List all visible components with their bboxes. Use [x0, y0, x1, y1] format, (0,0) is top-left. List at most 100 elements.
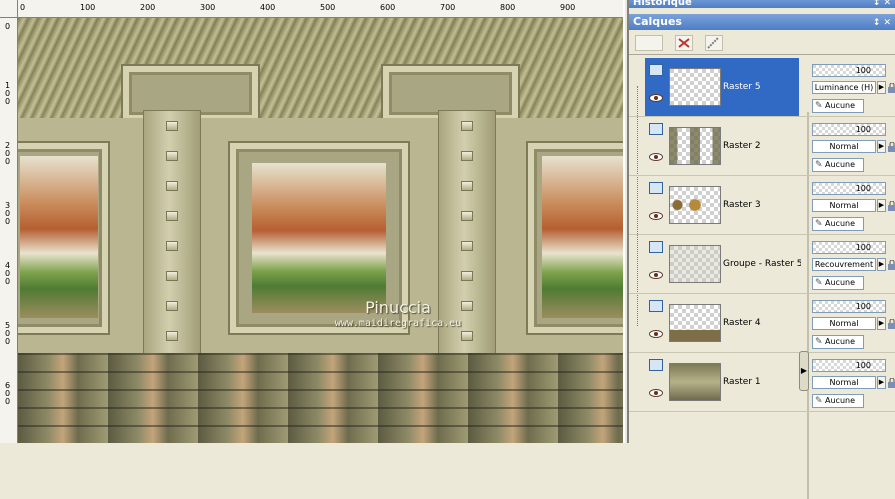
blend-mode-select[interactable]: Normal — [812, 140, 876, 153]
mask-label: Aucune — [825, 396, 856, 405]
ruler-tick: 800 — [500, 3, 516, 12]
history-title: Historique — [633, 0, 692, 8]
visibility-eye-icon[interactable] — [649, 212, 663, 220]
layer-row[interactable]: Raster 5 100 Luminance (H) ▶ ✎ Aucune — [629, 58, 895, 117]
layer-thumbnail — [669, 186, 721, 224]
visibility-eye-icon[interactable] — [649, 94, 663, 102]
panel-splitter-handle[interactable]: ▶ — [799, 351, 809, 391]
lock-icon[interactable] — [887, 83, 895, 93]
brush-icon: ✎ — [815, 160, 823, 170]
raster-layer-icon — [649, 359, 663, 371]
layer-item[interactable]: Raster 1 — [645, 353, 799, 411]
layer-properties: 100 Luminance (H) ▶ ✎ Aucune — [811, 58, 895, 116]
watermark-name: Pinuccia — [365, 298, 431, 317]
artwork-canvas[interactable]: Pinuccia www.maidiregrafica.eu — [18, 18, 623, 443]
layer-name: Raster 2 — [723, 141, 761, 151]
brush-icon: ✎ — [815, 396, 823, 406]
history-titlebar[interactable]: Historique ↕ ✕ — [629, 0, 895, 8]
mask-select[interactable]: ✎ Aucune — [812, 158, 864, 172]
layer-name: Raster 3 — [723, 200, 761, 210]
ruler-tick: 4 0 0 — [5, 261, 11, 286]
ruler-tick: 6 0 0 — [5, 381, 11, 406]
blend-dropdown-arrow[interactable]: ▶ — [877, 199, 886, 212]
opacity-slider[interactable]: 100 — [812, 241, 886, 254]
layer-properties: 100 Normal ▶ ✎ Aucune — [811, 117, 895, 175]
brush-icon: ✎ — [815, 278, 823, 288]
ruler-tick: 5 0 0 — [5, 321, 11, 346]
visibility-eye-icon[interactable] — [649, 389, 663, 397]
ruler-tick: 600 — [380, 3, 396, 12]
layer-thumbnail — [669, 68, 721, 106]
mask-label: Aucune — [825, 219, 856, 228]
blend-mode-select[interactable]: Normal — [812, 199, 876, 212]
raster-layer-icon — [649, 64, 663, 76]
opacity-slider[interactable]: 100 — [812, 123, 886, 136]
layer-thumbnail — [669, 304, 721, 342]
opacity-slider[interactable]: 100 — [812, 64, 886, 77]
layer-row[interactable]: Groupe - Raster 5 100 Recouvrement ▶ ✎ Au… — [629, 235, 895, 294]
blend-dropdown-arrow[interactable]: ▶ — [877, 317, 886, 330]
mask-label: Aucune — [825, 101, 856, 110]
delete-layer-icon[interactable] — [675, 35, 693, 51]
visibility-eye-icon[interactable] — [649, 330, 663, 338]
layer-row[interactable]: Raster 3 100 Normal ▶ ✎ Aucune — [629, 176, 895, 235]
mask-select[interactable]: ✎ Aucune — [812, 335, 864, 349]
opacity-slider[interactable]: 100 — [812, 300, 886, 313]
blend-mode-select[interactable]: Normal — [812, 376, 876, 389]
layer-row[interactable]: Raster 2 100 Normal ▶ ✎ Aucune — [629, 117, 895, 176]
mask-select[interactable]: ✎ Aucune — [812, 276, 864, 290]
opacity-slider[interactable]: 100 — [812, 359, 886, 372]
layer-name: Raster 5 — [723, 82, 761, 92]
watermark-url: www.maidiregrafica.eu — [334, 318, 462, 329]
mask-select[interactable]: ✎ Aucune — [812, 217, 864, 231]
mask-select[interactable]: ✎ Aucune — [812, 394, 864, 408]
layer-item[interactable]: Groupe - Raster 5 — [645, 235, 801, 293]
layer-thumbnail — [669, 245, 721, 283]
ruler-tick: 0 — [20, 3, 26, 12]
titlebar-icons[interactable]: ↕ ✕ — [873, 15, 891, 31]
edit-selection-icon[interactable] — [705, 35, 723, 51]
mask-select[interactable]: ✎ Aucune — [812, 99, 864, 113]
layers-titlebar[interactable]: Calques ↕ ✕ — [629, 14, 895, 30]
lock-icon[interactable] — [887, 319, 895, 329]
ruler-tick: 100 — [80, 3, 96, 12]
painting-center — [252, 163, 386, 313]
lock-icon[interactable] — [887, 260, 895, 270]
ruler-tick: 400 — [260, 3, 276, 12]
raster-layer-icon — [649, 241, 663, 253]
layer-thumbnail — [669, 363, 721, 401]
layers-toolbar — [629, 31, 895, 55]
layer-row[interactable]: Raster 1 100 Normal ▶ ✎ Aucune — [629, 353, 895, 412]
blend-mode-select[interactable]: Luminance (H) — [812, 81, 876, 94]
new-layer-icon[interactable] — [635, 35, 663, 51]
opacity-slider[interactable]: 100 — [812, 182, 886, 195]
texture-band — [18, 18, 623, 128]
visibility-eye-icon[interactable] — [649, 271, 663, 279]
ruler-corner — [0, 0, 18, 18]
lock-icon[interactable] — [887, 142, 895, 152]
pillar-left — [143, 110, 201, 360]
layer-item[interactable]: Raster 4 — [645, 294, 799, 352]
visibility-eye-icon[interactable] — [649, 153, 663, 161]
mask-label: Aucune — [825, 160, 856, 169]
painting-right — [542, 156, 623, 318]
blend-dropdown-arrow[interactable]: ▶ — [877, 140, 886, 153]
canvas-area[interactable]: 0 100 200 300 400 500 600 700 800 900 0 … — [0, 0, 625, 443]
floor-lines — [18, 353, 623, 443]
ruler-tick: 300 — [200, 3, 216, 12]
blend-mode-select[interactable]: Normal — [812, 317, 876, 330]
blend-dropdown-arrow[interactable]: ▶ — [877, 258, 886, 271]
layer-item[interactable]: Raster 3 — [645, 176, 799, 234]
layer-row[interactable]: Raster 4 100 Normal ▶ ✎ Aucune — [629, 294, 895, 353]
blend-dropdown-arrow[interactable]: ▶ — [877, 376, 886, 389]
layer-item[interactable]: Raster 5 — [645, 58, 799, 116]
titlebar-icons[interactable]: ↕ ✕ — [873, 0, 891, 10]
lock-icon[interactable] — [887, 378, 895, 388]
layer-properties: 100 Normal ▶ ✎ Aucune — [811, 353, 895, 411]
blend-dropdown-arrow[interactable]: ▶ — [877, 81, 886, 94]
ruler-left: 0 1 0 0 2 0 0 3 0 0 4 0 0 5 0 0 6 0 0 — [0, 18, 18, 443]
blend-mode-select[interactable]: Recouvrement — [812, 258, 876, 271]
lock-icon[interactable] — [887, 201, 895, 211]
layer-name: Raster 4 — [723, 318, 761, 328]
layer-item[interactable]: Raster 2 — [645, 117, 799, 175]
